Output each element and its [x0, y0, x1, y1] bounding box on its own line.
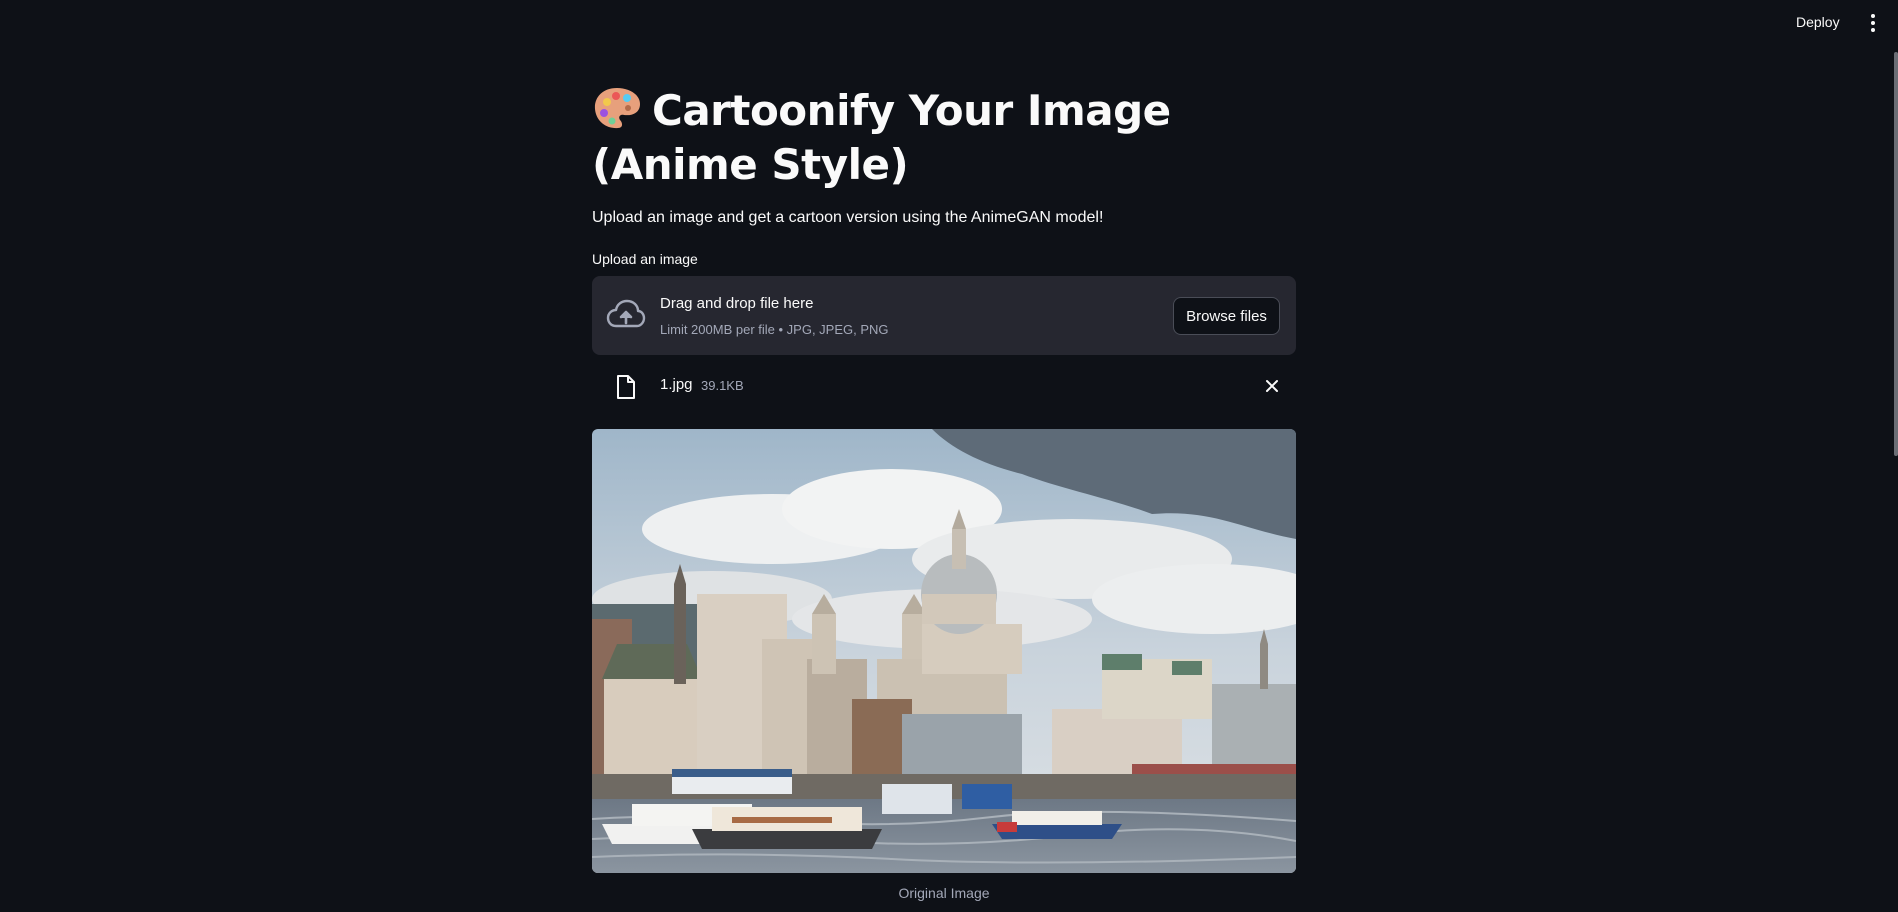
browse-files-button[interactable]: Browse files — [1173, 297, 1280, 335]
uploader-label: Upload an image — [592, 251, 698, 267]
uploaded-file-row: 1.jpg 39.1KB — [592, 366, 1296, 406]
close-icon[interactable] — [1262, 376, 1282, 396]
cloud-upload-icon — [606, 299, 646, 328]
page-subtitle: Upload an image and get a cartoon versio… — [592, 209, 1104, 226]
original-image — [592, 429, 1296, 873]
page-title: Cartoonify Your Image (Anime Style) — [592, 84, 1296, 192]
dropzone-limit-text: Limit 200MB per file • JPG, JPEG, PNG — [660, 322, 889, 337]
kebab-menu-icon[interactable] — [1866, 14, 1880, 38]
file-icon — [617, 375, 635, 399]
file-size: 39.1KB — [701, 378, 744, 393]
deploy-button[interactable]: Deploy — [1796, 14, 1840, 30]
top-toolbar: Deploy — [0, 0, 1898, 50]
image-caption: Original Image — [898, 885, 990, 901]
artist-palette-icon — [594, 88, 640, 129]
page-title-text: Cartoonify Your Image (Anime Style) — [592, 86, 1171, 189]
file-dropzone[interactable]: Drag and drop file here Limit 200MB per … — [592, 276, 1296, 355]
dropzone-title: Drag and drop file here — [660, 295, 814, 312]
scrollbar[interactable] — [1894, 52, 1898, 456]
file-name: 1.jpg — [660, 376, 693, 393]
